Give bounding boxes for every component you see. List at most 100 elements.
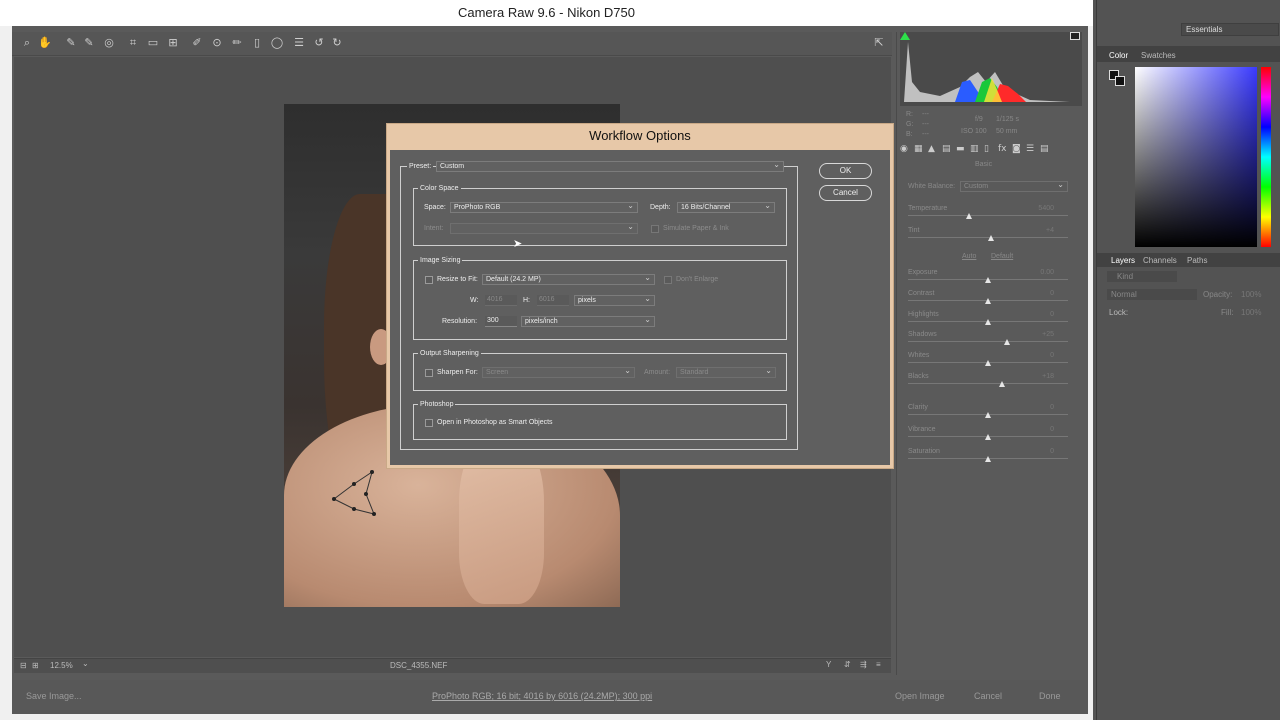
slider-value-temperature[interactable]: 5400 bbox=[1024, 205, 1054, 212]
zoom-level[interactable]: 12.5% bbox=[50, 661, 73, 670]
open-image-button[interactable]: Open Image bbox=[895, 688, 945, 704]
rotate-left-icon[interactable]: ↺ bbox=[312, 36, 326, 50]
hue-slider[interactable] bbox=[1261, 67, 1271, 247]
height-input[interactable]: 6016 bbox=[537, 295, 569, 306]
hsl-tab-icon[interactable]: ▤ bbox=[942, 144, 951, 154]
fullscreen-icon[interactable]: ⇱ bbox=[872, 36, 886, 50]
highlight-clipping-icon[interactable] bbox=[1070, 32, 1080, 40]
lens-tab-icon[interactable]: ▥ bbox=[970, 144, 979, 154]
resize-to-fit-checkbox[interactable] bbox=[425, 276, 433, 284]
save-image-button[interactable]: Save Image... bbox=[26, 688, 86, 704]
graduated-filter-icon[interactable]: ▯ bbox=[250, 36, 264, 50]
done-button[interactable]: Done bbox=[1039, 688, 1061, 704]
space-select[interactable]: ProPhoto RGB bbox=[450, 202, 638, 213]
sharpen-for-checkbox[interactable] bbox=[425, 369, 433, 377]
slider-track[interactable] bbox=[908, 341, 1068, 342]
ok-button[interactable]: OK bbox=[819, 163, 872, 179]
slider-thumb[interactable] bbox=[965, 213, 972, 219]
white-balance-tool-icon[interactable]: ✎ bbox=[64, 36, 78, 50]
basic-tab-icon[interactable]: ◉ bbox=[900, 144, 908, 154]
opacity-value[interactable]: 100% bbox=[1241, 290, 1261, 299]
slider-thumb[interactable] bbox=[1004, 339, 1011, 345]
slider-value-vibrance[interactable]: 0 bbox=[1024, 426, 1054, 433]
slider-thumb[interactable] bbox=[999, 381, 1006, 387]
color-picker-field[interactable] bbox=[1135, 67, 1257, 247]
slider-value-whites[interactable]: 0 bbox=[1024, 352, 1054, 359]
tab-paths[interactable]: Paths bbox=[1187, 256, 1207, 265]
slider-thumb[interactable] bbox=[985, 412, 991, 418]
tab-swatches[interactable]: Swatches bbox=[1141, 51, 1176, 60]
hand-tool-icon[interactable]: ✋ bbox=[38, 36, 52, 50]
auto-link[interactable]: Auto bbox=[962, 253, 976, 260]
split-toning-tab-icon[interactable]: ▬ bbox=[956, 144, 965, 154]
slider-value-exposure[interactable]: 0.00 bbox=[1024, 269, 1054, 276]
units-select[interactable]: pixels bbox=[574, 295, 655, 306]
slider-value-clarity[interactable]: 0 bbox=[1024, 404, 1054, 411]
slider-value-contrast[interactable]: 0 bbox=[1024, 290, 1054, 297]
zoom-out-icon[interactable]: ⊟ bbox=[20, 661, 27, 670]
camera-calibration-tab-icon[interactable]: ◙ bbox=[1012, 144, 1021, 154]
swap-icon[interactable]: ⇵ bbox=[844, 660, 851, 669]
toggle-settings-icon[interactable]: ≡ bbox=[876, 660, 881, 669]
cancel-button[interactable]: Cancel bbox=[819, 185, 872, 201]
transform-tool-icon[interactable]: ⊞ bbox=[166, 36, 180, 50]
slider-value-saturation[interactable]: 0 bbox=[1024, 448, 1054, 455]
targeted-adjustment-icon[interactable]: ◎ bbox=[102, 36, 116, 50]
shadow-clipping-icon[interactable] bbox=[900, 32, 910, 40]
resolution-units-select[interactable]: pixels/inch bbox=[521, 316, 655, 327]
fill-value[interactable]: 100% bbox=[1241, 308, 1261, 317]
slider-track[interactable] bbox=[908, 383, 1068, 384]
cancel-main-button[interactable]: Cancel bbox=[974, 688, 1002, 704]
slider-thumb[interactable] bbox=[985, 434, 991, 440]
amount-select[interactable]: Standard bbox=[676, 367, 776, 378]
before-after-icon[interactable]: Y bbox=[826, 660, 831, 669]
slider-thumb[interactable] bbox=[985, 360, 991, 366]
rotate-right-icon[interactable]: ↻ bbox=[330, 36, 344, 50]
smart-objects-checkbox[interactable] bbox=[425, 419, 433, 427]
slider-thumb[interactable] bbox=[988, 235, 995, 241]
preferences-icon[interactable]: ☰ bbox=[292, 36, 306, 50]
zoom-dropdown-icon[interactable]: ⌄ bbox=[82, 659, 89, 668]
copy-settings-icon[interactable]: ⇶ bbox=[860, 660, 867, 669]
workspace-select[interactable]: Essentials bbox=[1181, 23, 1279, 36]
slider-thumb[interactable] bbox=[985, 456, 991, 462]
depth-select[interactable]: 16 Bits/Channel bbox=[677, 202, 775, 213]
resize-to-fit-select[interactable]: Default (24.2 MP) bbox=[482, 274, 655, 285]
tab-layers[interactable]: Layers bbox=[1111, 256, 1135, 265]
red-eye-icon[interactable]: ⊙ bbox=[210, 36, 224, 50]
slider-thumb[interactable] bbox=[985, 319, 991, 325]
slider-value-highlights[interactable]: 0 bbox=[1024, 311, 1054, 318]
dont-enlarge-checkbox[interactable] bbox=[664, 276, 672, 284]
slider-value-shadows[interactable]: +25 bbox=[1024, 331, 1054, 338]
fx-tab-icon[interactable]: fx bbox=[998, 144, 1007, 154]
preset-select[interactable]: Custom bbox=[436, 161, 784, 172]
presets-tab-icon[interactable]: ☰ bbox=[1026, 144, 1034, 154]
slider-value-blacks[interactable]: +18 bbox=[1024, 373, 1054, 380]
intent-select[interactable] bbox=[450, 223, 638, 234]
effects-tab-icon[interactable]: ▯ bbox=[984, 144, 989, 154]
adjustment-brush-icon[interactable]: ✏ bbox=[230, 36, 244, 50]
spot-removal-icon[interactable]: ✐ bbox=[190, 36, 204, 50]
slider-thumb[interactable] bbox=[985, 298, 991, 304]
sharpen-for-select[interactable]: Screen bbox=[482, 367, 635, 378]
default-link[interactable]: Default bbox=[991, 253, 1013, 260]
simulate-paper-checkbox[interactable] bbox=[651, 225, 659, 233]
blend-mode-select[interactable]: Normal bbox=[1107, 289, 1197, 300]
slider-value-tint[interactable]: +4 bbox=[1024, 227, 1054, 234]
crop-tool-icon[interactable]: ⌗ bbox=[126, 36, 140, 50]
color-sampler-tool-icon[interactable]: ✎ bbox=[82, 36, 96, 50]
background-color-swatch[interactable] bbox=[1115, 76, 1125, 86]
tone-curve-tab-icon[interactable]: ▦ bbox=[914, 144, 923, 154]
detail-tab-icon[interactable]: ▲ bbox=[928, 144, 935, 154]
straighten-tool-icon[interactable]: ▭ bbox=[146, 36, 160, 50]
zoom-tool-icon[interactable]: ⌕ bbox=[20, 36, 34, 50]
slider-thumb[interactable] bbox=[985, 277, 991, 283]
width-input[interactable]: 4016 bbox=[485, 295, 517, 306]
workflow-options-link[interactable]: ProPhoto RGB; 16 bit; 4016 by 6016 (24.2… bbox=[432, 688, 652, 704]
slider-track[interactable] bbox=[908, 215, 1068, 216]
layer-filter-kind[interactable]: Kind bbox=[1107, 271, 1177, 282]
zoom-in-icon[interactable]: ⊞ bbox=[32, 661, 39, 670]
radial-filter-icon[interactable]: ◯ bbox=[270, 36, 284, 50]
snapshots-tab-icon[interactable]: ▤ bbox=[1040, 144, 1049, 154]
resolution-input[interactable]: 300 bbox=[485, 316, 517, 327]
